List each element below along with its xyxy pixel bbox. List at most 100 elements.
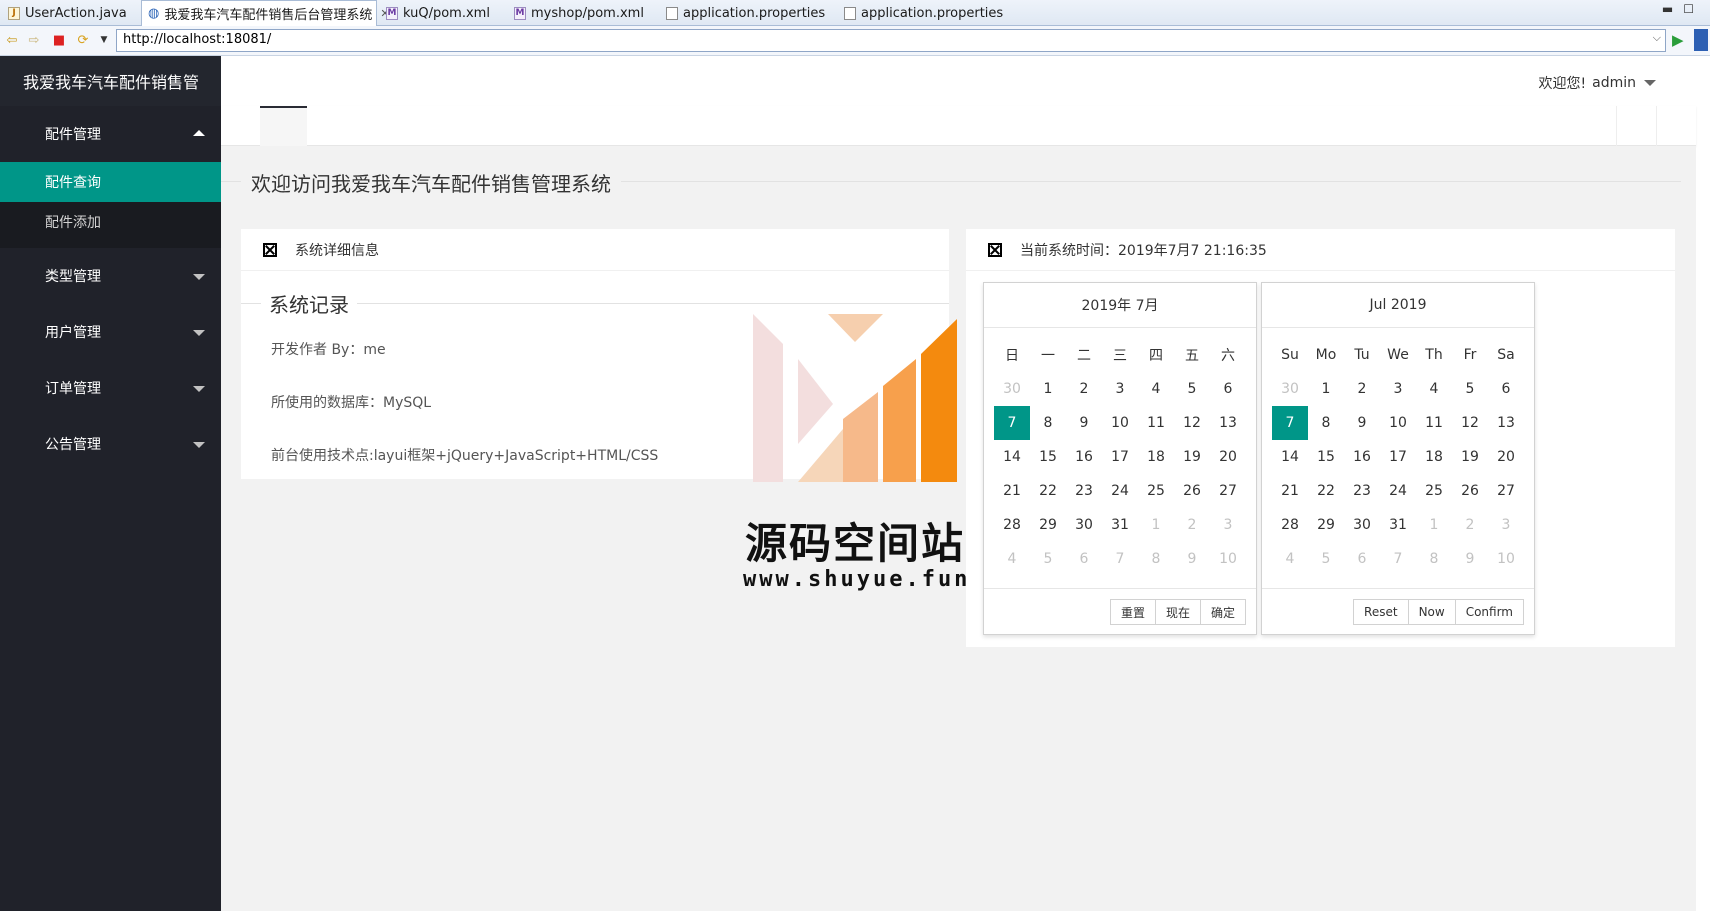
calendar-day[interactable]: 23 xyxy=(1344,474,1380,508)
calendar-day-outside[interactable]: 4 xyxy=(1272,542,1308,576)
calendar-day[interactable]: 16 xyxy=(1066,440,1102,474)
calendar-day-outside[interactable]: 30 xyxy=(994,372,1030,406)
calendar-day[interactable]: 7 xyxy=(1272,406,1308,440)
tab-options-button[interactable] xyxy=(1656,106,1696,146)
calendar-day-outside[interactable]: 6 xyxy=(1344,542,1380,576)
close-box-icon[interactable] xyxy=(263,242,277,257)
calendar-day[interactable]: 29 xyxy=(1308,508,1344,542)
calendar-day-outside[interactable]: 4 xyxy=(994,542,1030,576)
calendar-day[interactable]: 1 xyxy=(1030,372,1066,406)
calendar-reset-button[interactable]: 重置 xyxy=(1109,599,1156,625)
calendar-day-outside[interactable]: 9 xyxy=(1174,542,1210,576)
calendar-day[interactable]: 31 xyxy=(1102,508,1138,542)
calendar-day[interactable]: 9 xyxy=(1344,406,1380,440)
calendar-day[interactable]: 12 xyxy=(1452,406,1488,440)
calendar-day[interactable]: 18 xyxy=(1416,440,1452,474)
calendar-day[interactable]: 16 xyxy=(1344,440,1380,474)
calendar-reset-button[interactable]: Reset xyxy=(1353,599,1409,625)
close-box-icon[interactable] xyxy=(988,242,1002,257)
go-icon[interactable]: ▶ xyxy=(1672,31,1684,49)
calendar-day-outside[interactable]: 7 xyxy=(1380,542,1416,576)
calendar-day[interactable]: 24 xyxy=(1102,474,1138,508)
ide-tab-app-props-1[interactable]: application.properties xyxy=(660,0,831,26)
calendar-day[interactable]: 20 xyxy=(1488,440,1524,474)
calendar-day[interactable]: 26 xyxy=(1452,474,1488,508)
calendar-day-outside[interactable]: 1 xyxy=(1416,508,1452,542)
sidebar-item-users[interactable]: 用户管理 xyxy=(0,304,221,360)
calendar-day[interactable]: 24 xyxy=(1380,474,1416,508)
sidebar-item-orders[interactable]: 订单管理 xyxy=(0,360,221,416)
calendar-day[interactable]: 17 xyxy=(1380,440,1416,474)
sidebar-item-types[interactable]: 类型管理 xyxy=(0,248,221,304)
calendar-day-outside[interactable]: 3 xyxy=(1488,508,1524,542)
calendar-day-outside[interactable]: 9 xyxy=(1452,542,1488,576)
sidebar-subitem-parts-add[interactable]: 配件添加 xyxy=(0,202,221,242)
calendar-day-outside[interactable]: 2 xyxy=(1174,508,1210,542)
ide-tab-app-props-2[interactable]: application.properties xyxy=(838,0,1009,26)
calendar-day[interactable]: 2 xyxy=(1344,372,1380,406)
calendar-day[interactable]: 17 xyxy=(1102,440,1138,474)
tab-scroll-right-button[interactable] xyxy=(1616,106,1656,146)
calendar-day-outside[interactable]: 8 xyxy=(1416,542,1452,576)
calendar-day-outside[interactable]: 10 xyxy=(1488,542,1524,576)
calendar-day[interactable]: 26 xyxy=(1174,474,1210,508)
calendar-day-outside[interactable]: 3 xyxy=(1210,508,1246,542)
calendar-day-outside[interactable]: 5 xyxy=(1030,542,1066,576)
calendar-day[interactable]: 30 xyxy=(1066,508,1102,542)
calendar-now-button[interactable]: Now xyxy=(1407,599,1456,625)
calendar-day[interactable]: 10 xyxy=(1102,406,1138,440)
calendar-day[interactable]: 5 xyxy=(1174,372,1210,406)
calendar-day[interactable]: 2 xyxy=(1066,372,1102,406)
ide-tab-myshop-pom[interactable]: M myshop/pom.xml xyxy=(508,0,650,26)
minimize-icon[interactable]: ▬ xyxy=(1662,2,1673,16)
calendar-day[interactable]: 6 xyxy=(1488,372,1524,406)
calendar-day[interactable]: 27 xyxy=(1210,474,1246,508)
calendar-day[interactable]: 25 xyxy=(1416,474,1452,508)
calendar-day-outside[interactable]: 30 xyxy=(1272,372,1308,406)
sidebar-subitem-parts-query[interactable]: 配件查询 xyxy=(0,162,221,202)
calendar-day[interactable]: 4 xyxy=(1138,372,1174,406)
calendar-day[interactable]: 28 xyxy=(994,508,1030,542)
calendar-day[interactable]: 10 xyxy=(1380,406,1416,440)
calendar-day[interactable]: 21 xyxy=(1272,474,1308,508)
calendar-day[interactable]: 15 xyxy=(1030,440,1066,474)
url-input[interactable]: http://localhost:18081/ ⌵ xyxy=(116,29,1666,52)
toolbar-extension-icon[interactable] xyxy=(1694,29,1708,51)
calendar-day-outside[interactable]: 10 xyxy=(1210,542,1246,576)
ide-tab-useraction[interactable]: J UserAction.java xyxy=(2,0,133,26)
calendar-now-button[interactable]: 现在 xyxy=(1154,599,1201,625)
forward-icon[interactable]: ⇨ xyxy=(26,32,42,48)
calendar-day[interactable]: 20 xyxy=(1210,440,1246,474)
calendar-day[interactable]: 12 xyxy=(1174,406,1210,440)
calendar-day[interactable]: 3 xyxy=(1102,372,1138,406)
calendar-day[interactable]: 15 xyxy=(1308,440,1344,474)
refresh-icon[interactable]: ⟳ xyxy=(75,32,91,48)
calendar-day[interactable]: 13 xyxy=(1488,406,1524,440)
calendar-day[interactable]: 11 xyxy=(1416,406,1452,440)
calendar-day[interactable]: 5 xyxy=(1452,372,1488,406)
calendar-day[interactable]: 9 xyxy=(1066,406,1102,440)
stop-icon[interactable]: ■ xyxy=(51,32,67,48)
calendar-day[interactable]: 31 xyxy=(1380,508,1416,542)
calendar-day[interactable]: 4 xyxy=(1416,372,1452,406)
calendar-day[interactable]: 11 xyxy=(1138,406,1174,440)
ide-tab-kuq-pom[interactable]: M kuQ/pom.xml xyxy=(380,0,496,26)
calendar-day[interactable]: 30 xyxy=(1344,508,1380,542)
calendar-day[interactable]: 1 xyxy=(1308,372,1344,406)
calendar-day[interactable]: 22 xyxy=(1308,474,1344,508)
calendar-confirm-button[interactable]: 确定 xyxy=(1199,599,1246,625)
calendar-day[interactable]: 14 xyxy=(994,440,1030,474)
calendar-day[interactable]: 13 xyxy=(1210,406,1246,440)
calendar-day[interactable]: 18 xyxy=(1138,440,1174,474)
calendar-day[interactable]: 8 xyxy=(1308,406,1344,440)
calendar-day[interactable]: 28 xyxy=(1272,508,1308,542)
sidebar-item-notices[interactable]: 公告管理 xyxy=(0,416,221,472)
calendar-day[interactable]: 29 xyxy=(1030,508,1066,542)
calendar-day[interactable]: 3 xyxy=(1380,372,1416,406)
calendar-day[interactable]: 6 xyxy=(1210,372,1246,406)
calendar-day[interactable]: 19 xyxy=(1174,440,1210,474)
calendar-day-outside[interactable]: 5 xyxy=(1308,542,1344,576)
calendar-confirm-button[interactable]: Confirm xyxy=(1454,599,1524,625)
ide-tab-browser[interactable]: ◍ 我爱我车汽车配件销售后台管理系统 ✕ xyxy=(141,0,390,26)
calendar-day[interactable]: 27 xyxy=(1488,474,1524,508)
